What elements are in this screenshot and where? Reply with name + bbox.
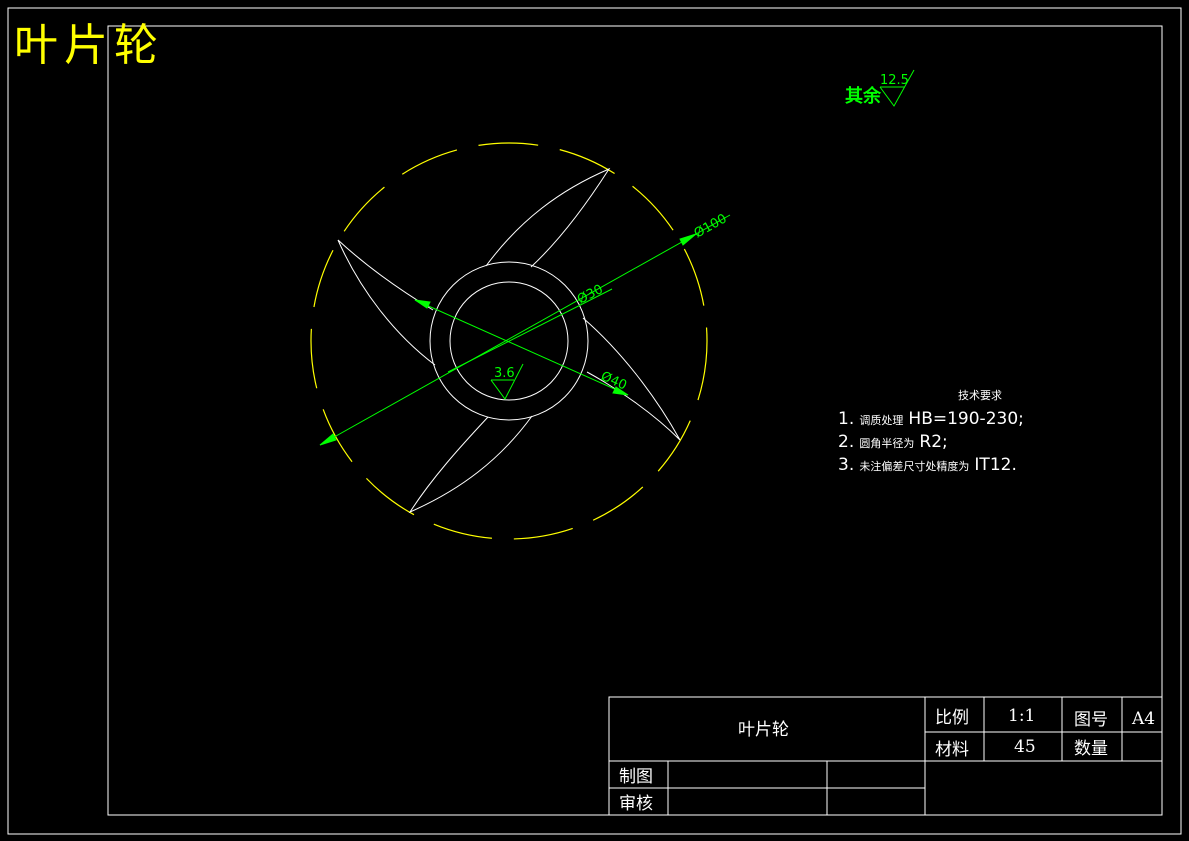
tech-item-1-num: 1. [838, 409, 854, 429]
title-block-scale-value: 1:1 [1008, 706, 1035, 726]
roughness-note: 其余 12.5 [845, 69, 915, 107]
drawing-title: 叶片轮 [14, 20, 164, 71]
title-block-material-value: 45 [1014, 737, 1036, 757]
title-block-drawn-label: 制图 [619, 767, 653, 787]
tech-item-1-text: 调质处理 [859, 414, 903, 427]
tech-item-2-spec: R2; [919, 432, 947, 452]
dim-outer-diameter: Ø100 [692, 211, 730, 241]
cad-drawing: 叶片轮 其余 12.5 Ø100 Ø30 Ø40 3.6 技术要求 1. 调质处… [7, 7, 1182, 835]
blade-right [582, 317, 681, 441]
dim-hub-roughness: 3.6 [494, 366, 515, 381]
tech-item-1: 1. 调质处理 HB=190-230; [838, 409, 1024, 429]
title-block-part-name: 叶片轮 [738, 720, 789, 740]
tech-item-3-text: 未注偏差尺寸处精度为 [859, 459, 969, 473]
title-block-quantity-label: 数量 [1074, 739, 1108, 759]
dim-hub-outer-diameter: Ø40 [598, 369, 629, 394]
title-block-material-label: 材料 [935, 740, 969, 760]
blade-top [485, 167, 611, 268]
tech-item-2-text: 圆角半径为 [859, 436, 914, 450]
title-block-drawing-no-label: 图号 [1074, 710, 1108, 730]
tech-item-3: 3. 未注偏差尺寸处精度为 IT12. [838, 455, 1017, 475]
dimension-lines [319, 214, 731, 446]
tech-item-1-spec: HB=190-230; [908, 409, 1023, 429]
title-block-checked-label: 审核 [619, 794, 653, 814]
roughness-value: 12.5 [880, 73, 909, 88]
tech-requirements: 技术要求 1. 调质处理 HB=190-230; 2. 圆角半径为 R2; 3.… [838, 389, 1024, 475]
dim-hub-inner-diameter: Ø30 [575, 282, 606, 308]
title-block-drawing-no-value: A4 [1131, 709, 1155, 729]
blades [337, 167, 681, 514]
tech-item-3-num: 3. [838, 455, 854, 475]
tech-item-3-spec: IT12. [974, 455, 1016, 475]
tech-item-2: 2. 圆角半径为 R2; [838, 432, 948, 452]
roughness-label: 其余 [845, 85, 882, 107]
tech-item-2-num: 2. [838, 432, 854, 452]
title-block-scale-label: 比例 [935, 708, 969, 728]
tech-heading: 技术要求 [958, 389, 1002, 402]
blade-bottom [408, 415, 533, 514]
